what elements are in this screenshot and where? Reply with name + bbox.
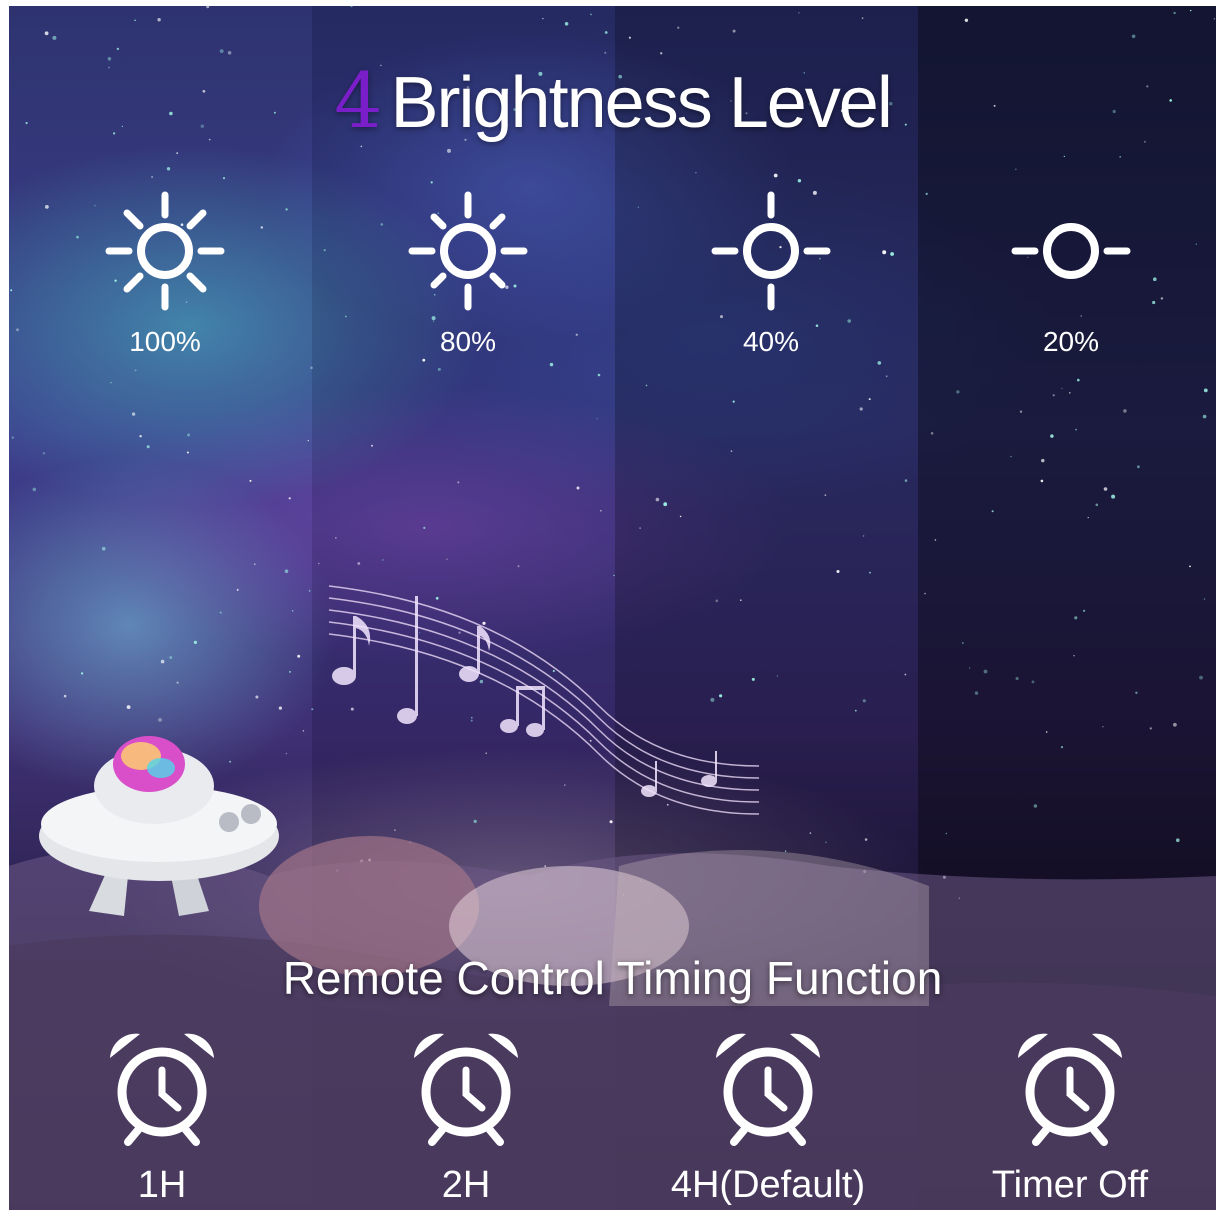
brightness-label-80: 80%	[439, 326, 497, 357]
product-banner: 4 Brightness Level 100% 80% 40% 20% Remo…	[9, 6, 1216, 1210]
timer-label-4h: 4H(Default)	[670, 1164, 866, 1206]
brightness-label-100: 100%	[129, 326, 201, 357]
alarm-clock-icon	[110, 1033, 214, 1146]
timer-label-2h: 2H	[441, 1164, 491, 1206]
brightness-heading: 4 Brightness Level	[9, 56, 1216, 145]
sun-medium-icon	[408, 191, 528, 311]
star-projector-device	[39, 736, 279, 916]
brightness-label-40: 40%	[742, 326, 800, 357]
alarm-clock-icon	[716, 1033, 820, 1146]
alarm-clock-icon	[1018, 1033, 1122, 1146]
alarm-clock-icon	[414, 1033, 518, 1146]
sun-low-icon	[711, 191, 831, 311]
heading-number: 4	[334, 56, 382, 145]
timer-label-1h: 1H	[137, 1164, 187, 1206]
brightness-label-20: 20%	[1042, 326, 1100, 357]
music-notes-graphic	[328, 585, 759, 815]
timing-subheading: Remote Control Timing Function	[282, 952, 943, 1004]
heading-text: Brightness Level	[390, 63, 893, 143]
timer-label-off: Timer Off	[991, 1164, 1149, 1206]
sun-dim-icon	[1011, 223, 1131, 279]
sun-full-icon	[105, 191, 225, 311]
